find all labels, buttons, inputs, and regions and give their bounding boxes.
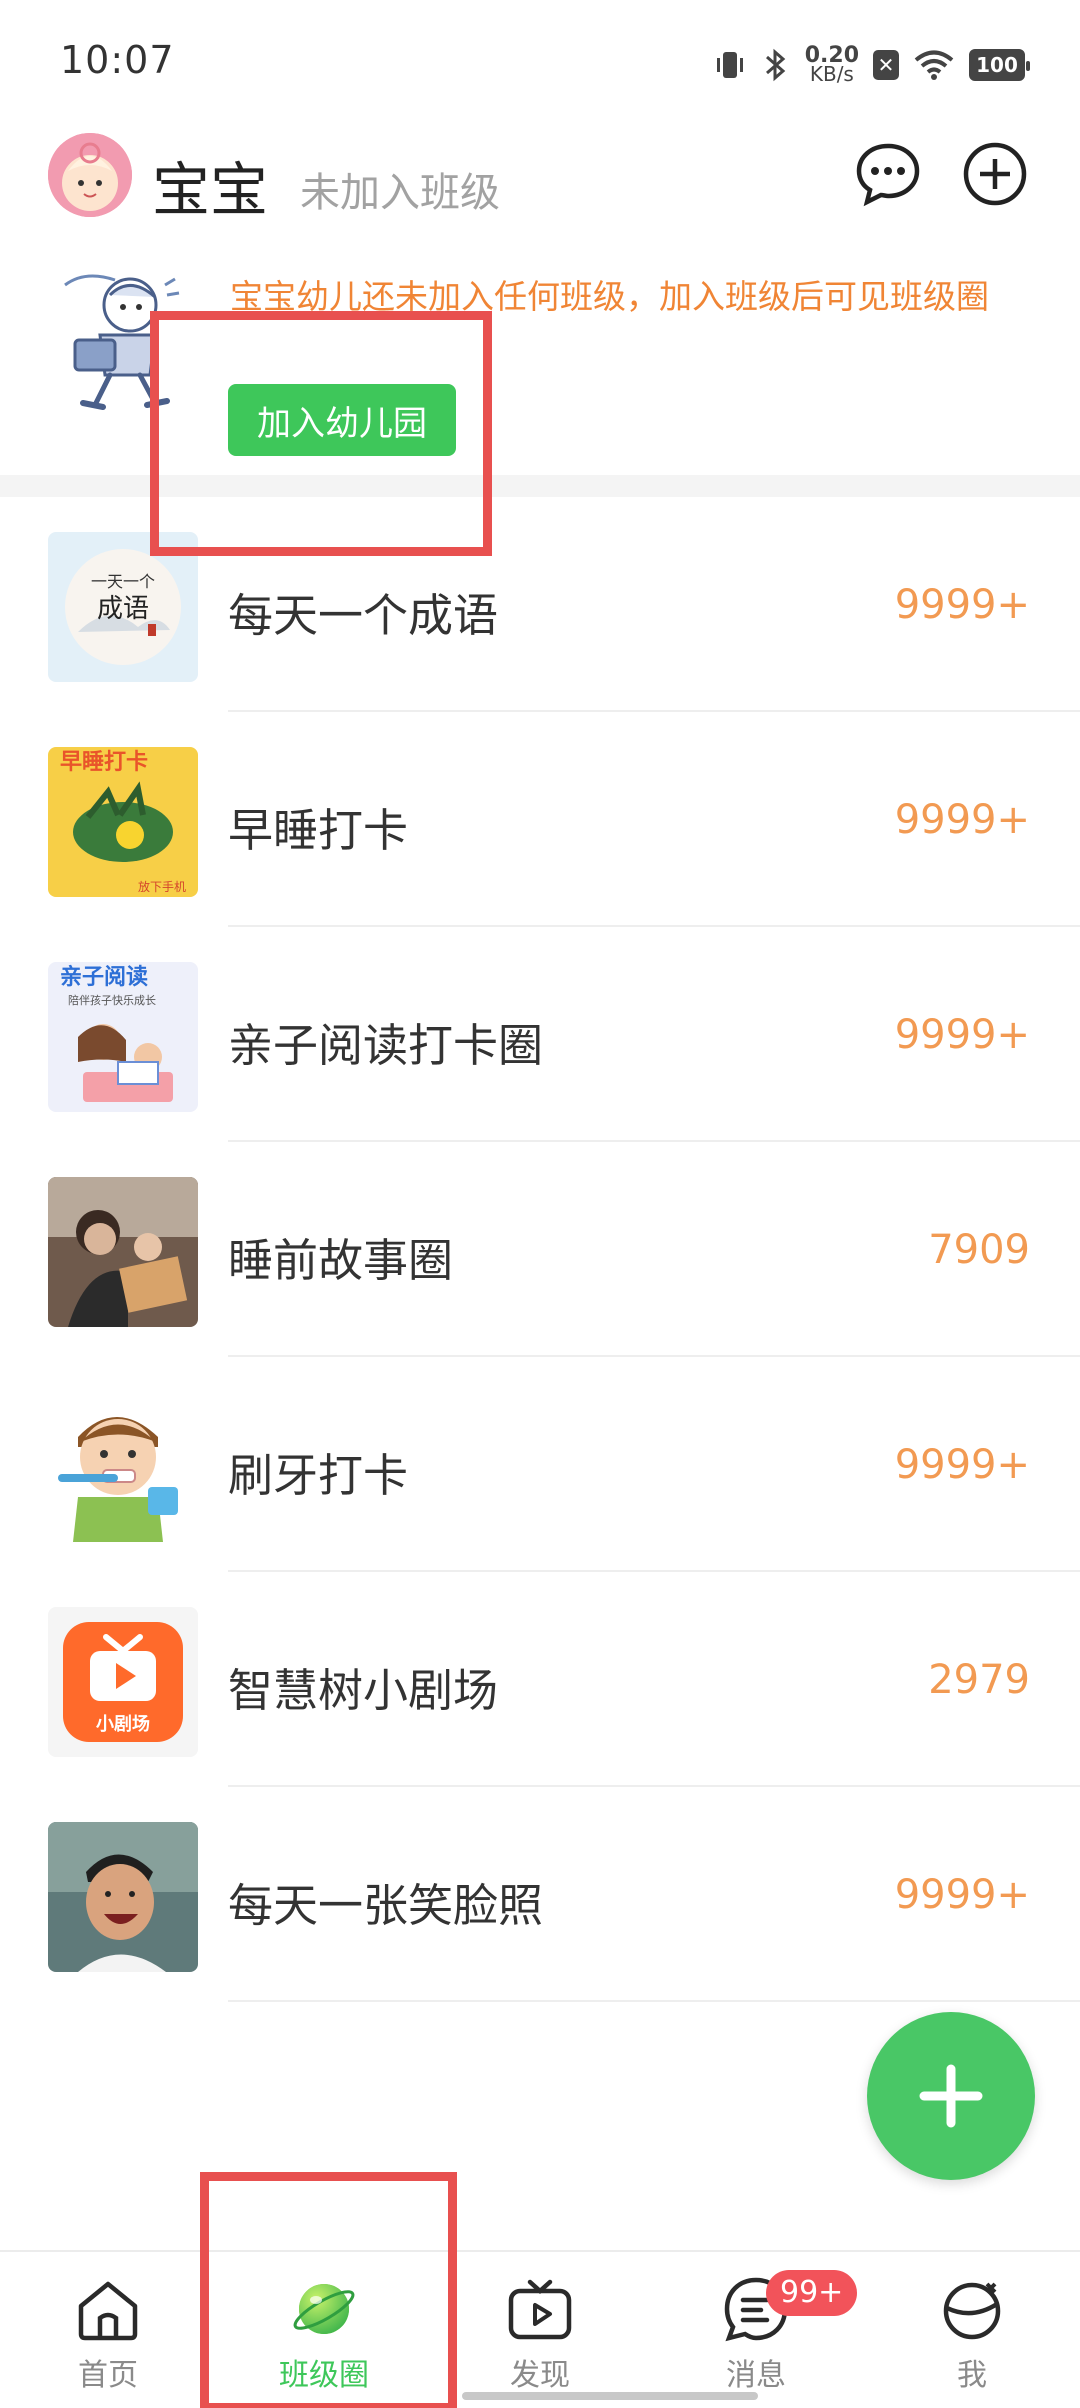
floating-add-button[interactable] xyxy=(867,2012,1035,2180)
circle-count: 9999+ xyxy=(894,1872,1030,1918)
chat-button[interactable] xyxy=(855,141,921,207)
add-button[interactable] xyxy=(962,141,1028,207)
svg-text:早睡打卡: 早睡打卡 xyxy=(60,750,148,775)
network-speed: 0.20 KB/s xyxy=(805,45,859,86)
tab-label: 发现 xyxy=(510,2358,570,2393)
circle-count: 9999+ xyxy=(894,582,1030,628)
list-item[interactable]: 早睡打卡 放下手机 早睡打卡 9999+ xyxy=(0,712,1080,927)
home-icon xyxy=(78,2281,138,2341)
tab-messages[interactable]: 99+ 消息 xyxy=(666,2270,858,2394)
circle-count: 9999+ xyxy=(894,1442,1030,1488)
little-theater-thumbnail: 小剧场 xyxy=(48,1607,198,1757)
circle-list: 一天一个 成语 每天一个成语 9999+ 早睡打卡 放下手机 早睡打卡 9999… xyxy=(0,497,1080,2002)
baby-avatar[interactable] xyxy=(48,133,132,217)
parent-reading-thumbnail: 亲子阅读 陪伴孩子快乐成长 xyxy=(48,962,198,1112)
no-sim-icon: ✕ xyxy=(873,50,899,80)
plus-icon xyxy=(919,2064,983,2128)
baby-name[interactable]: 宝宝 xyxy=(152,143,268,227)
svg-text:成语: 成语 xyxy=(97,594,149,624)
highlight-box-class-tab xyxy=(200,2172,457,2408)
class-status: 未加入班级 xyxy=(300,170,500,216)
tab-label: 首页 xyxy=(78,2358,138,2393)
svg-text:小剧场: 小剧场 xyxy=(96,1714,150,1735)
circle-count: 9999+ xyxy=(894,797,1030,843)
tab-discover[interactable]: 发现 xyxy=(450,2274,630,2394)
chat-bubble-icon xyxy=(856,143,920,207)
circle-name: 早睡打卡 xyxy=(228,804,409,857)
plus-circle-icon xyxy=(963,142,1027,206)
svg-text:亲子阅读: 亲子阅读 xyxy=(60,965,148,990)
list-item[interactable]: 每天一张笑脸照 9999+ xyxy=(0,1787,1080,2002)
svg-text:陪伴孩子快乐成长: 陪伴孩子快乐成长 xyxy=(68,993,156,1007)
list-item[interactable]: 睡前故事圈 7909 xyxy=(0,1142,1080,1357)
circle-name: 智慧树小剧场 xyxy=(228,1664,499,1717)
list-item[interactable]: 刷牙打卡 9999+ xyxy=(0,1357,1080,1572)
tv-play-icon xyxy=(508,2279,572,2340)
circle-count: 2979 xyxy=(928,1657,1030,1703)
bottom-tab-bar: 首页 班级圈 发现 99+ 消息 我 xyxy=(0,2250,1080,2408)
status-bar: 10:07 0.20 KB/s ✕ 100 xyxy=(0,0,1080,125)
svg-text:放下手机: 放下手机 xyxy=(138,879,186,894)
circle-name: 每天一张笑脸照 xyxy=(228,1879,544,1932)
circle-name: 亲子阅读打卡圈 xyxy=(228,1019,544,1072)
circle-count: 9999+ xyxy=(894,1012,1030,1058)
vibrate-icon xyxy=(713,47,747,83)
highlight-box-join-button xyxy=(150,311,492,556)
status-icons: 0.20 KB/s ✕ 100 xyxy=(713,40,1030,90)
svg-text:一天一个: 一天一个 xyxy=(91,572,155,591)
tab-label: 消息 xyxy=(726,2358,786,2393)
smile-photo-thumbnail xyxy=(48,1822,198,1972)
net-speed-unit: KB/s xyxy=(809,62,854,86)
bluetooth-icon xyxy=(761,47,791,83)
tab-home[interactable]: 首页 xyxy=(18,2274,198,2394)
home-indicator[interactable] xyxy=(462,2392,758,2400)
brush-teeth-thumbnail xyxy=(48,1392,198,1542)
unread-badge: 99+ xyxy=(766,2270,858,2316)
divider xyxy=(228,2000,1080,2002)
list-item[interactable]: 亲子阅读 陪伴孩子快乐成长 亲子阅读打卡圈 9999+ xyxy=(0,927,1080,1142)
list-item[interactable]: 小剧场 智慧树小剧场 2979 xyxy=(0,1572,1080,1787)
tab-profile[interactable]: 我 xyxy=(882,2274,1062,2394)
wifi-icon xyxy=(913,47,955,83)
circle-name: 每天一个成语 xyxy=(228,589,499,642)
early-sleep-thumbnail: 早睡打卡 放下手机 xyxy=(48,747,198,897)
circle-name: 刷牙打卡 xyxy=(228,1449,409,1502)
status-time: 10:07 xyxy=(60,38,175,82)
battery-indicator: 100 xyxy=(969,49,1030,81)
profile-icon xyxy=(943,2282,1001,2340)
header: 宝宝 未加入班级 xyxy=(0,125,1080,225)
circle-name: 睡前故事圈 xyxy=(228,1234,454,1287)
circle-count: 7909 xyxy=(928,1227,1030,1273)
bedtime-story-thumbnail xyxy=(48,1177,198,1327)
tab-label: 我 xyxy=(957,2358,987,2393)
